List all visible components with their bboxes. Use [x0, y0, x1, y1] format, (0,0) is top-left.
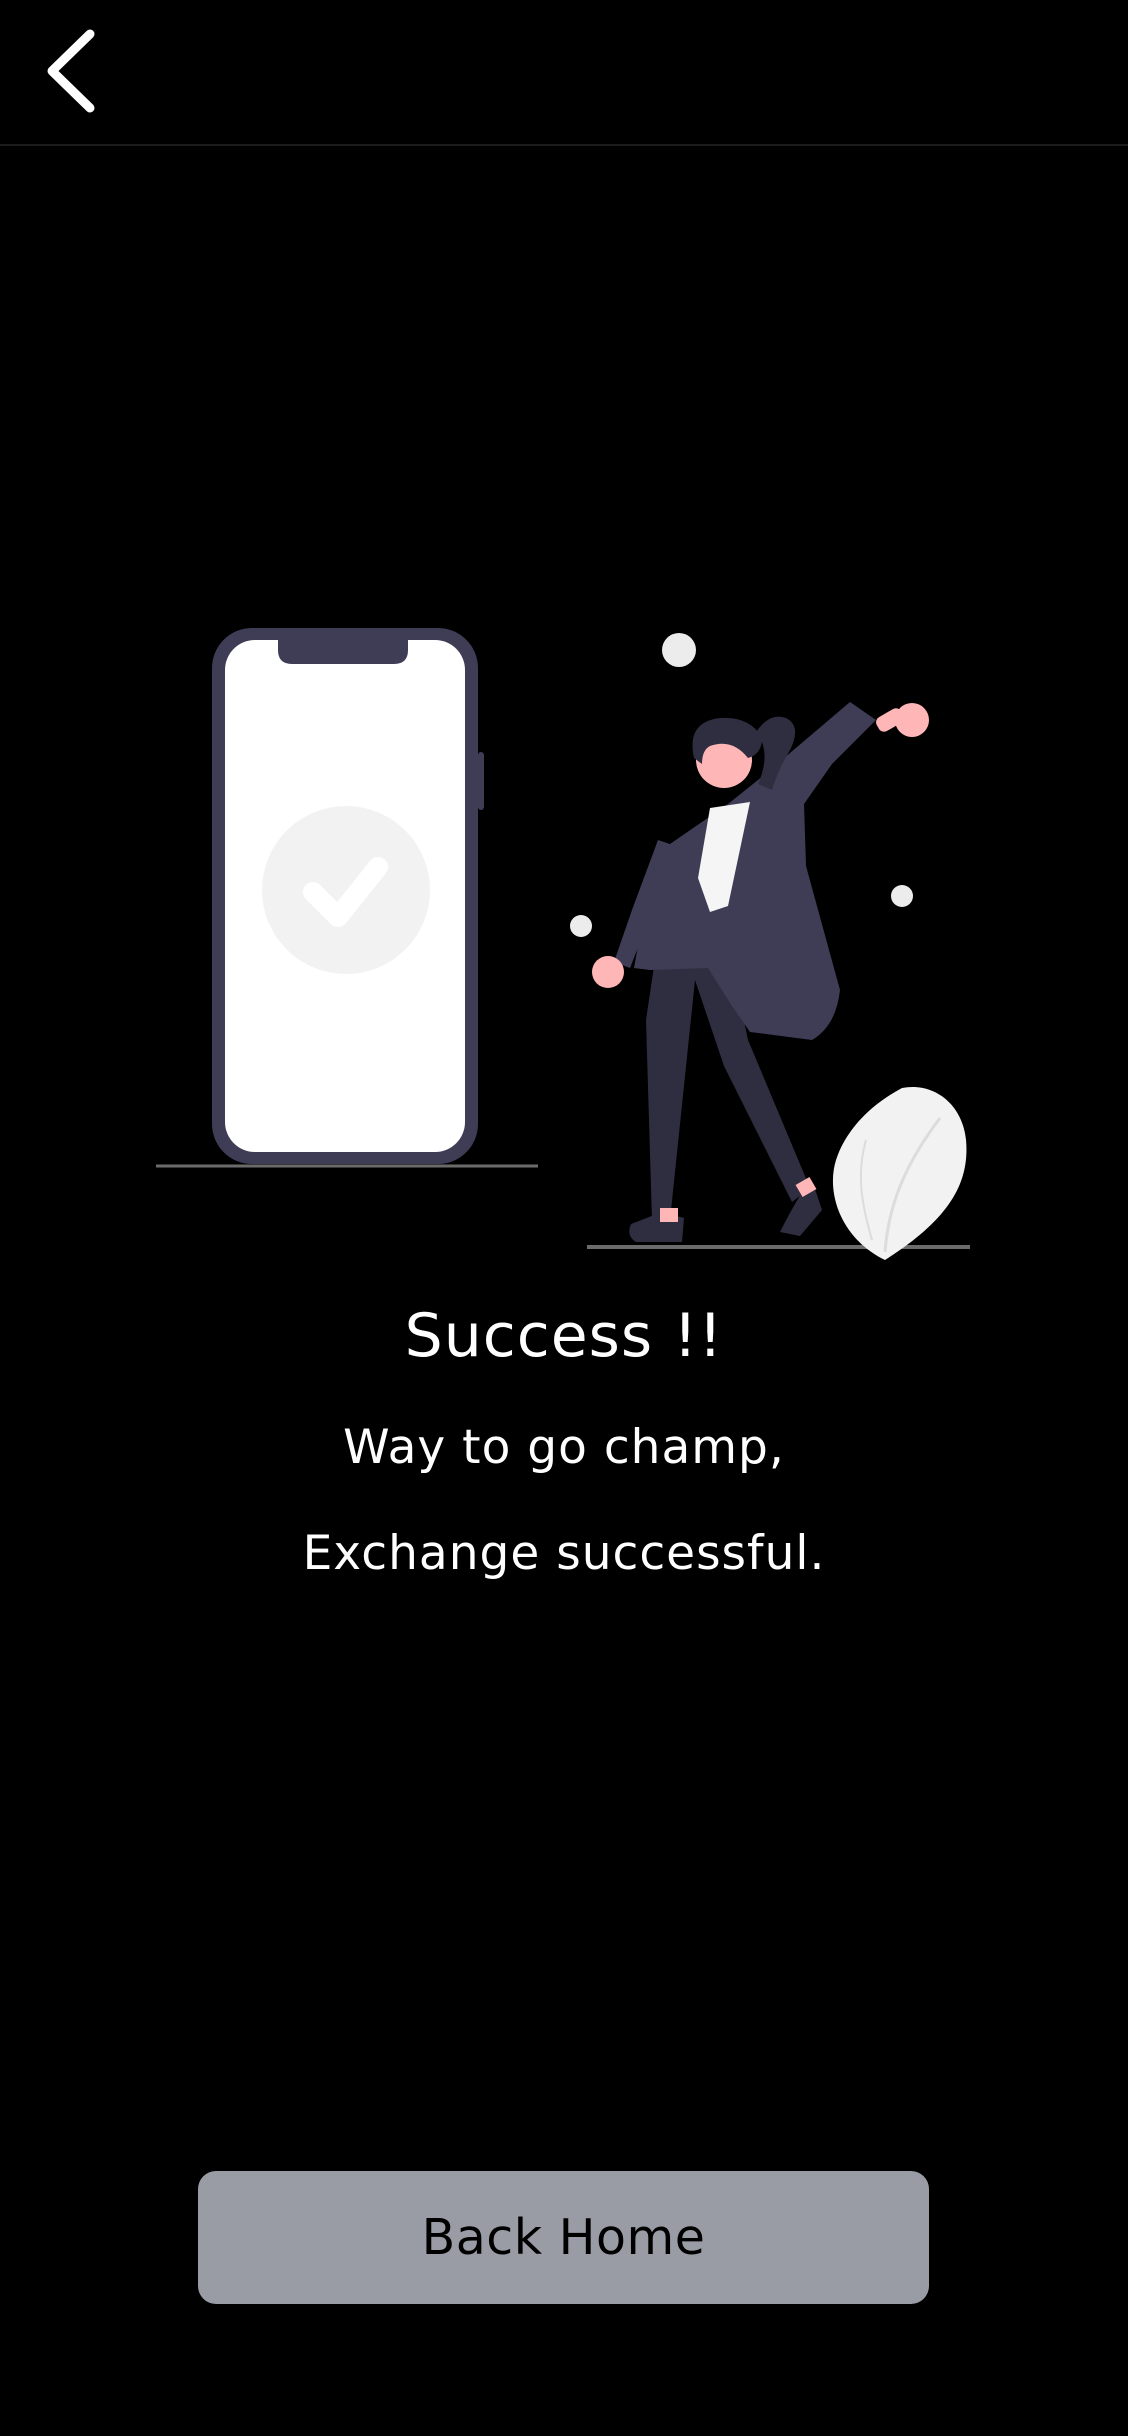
dot-decoration [570, 915, 592, 937]
dot-decoration [662, 633, 696, 667]
plant-icon [832, 1086, 967, 1260]
phone-icon [212, 628, 484, 1164]
top-bar [0, 0, 1128, 146]
checkmark-circle-icon [262, 806, 430, 974]
success-message-line-2: Exchange successful. [302, 1526, 826, 1581]
success-message-line-1: Way to go champ, [343, 1420, 785, 1475]
success-title: Success !! [404, 1301, 724, 1371]
back-home-button[interactable]: Back Home [198, 2171, 929, 2304]
dot-decoration [891, 885, 913, 907]
success-illustration [156, 628, 970, 1260]
chevron-left-icon[interactable] [38, 26, 110, 116]
